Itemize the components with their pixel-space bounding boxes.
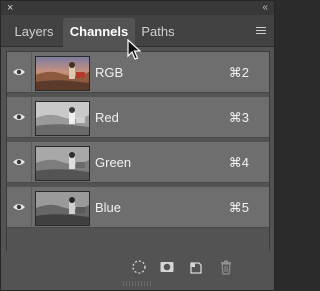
visibility-toggle[interactable] bbox=[7, 97, 32, 138]
channel-thumbnail bbox=[35, 101, 90, 136]
channel-name: Green bbox=[95, 155, 132, 170]
collapse-icon[interactable]: ‹‹ bbox=[262, 1, 268, 15]
visibility-toggle[interactable] bbox=[7, 142, 32, 183]
delete-channel-icon[interactable] bbox=[218, 259, 234, 275]
channel-row-blue[interactable]: Blue ⌘5 bbox=[7, 187, 269, 228]
channel-shortcut: ⌘5 bbox=[228, 200, 249, 215]
visibility-toggle[interactable] bbox=[7, 52, 32, 93]
channel-shortcut: ⌘4 bbox=[228, 155, 249, 170]
visibility-toggle[interactable] bbox=[7, 187, 32, 228]
load-selection-icon[interactable] bbox=[131, 259, 147, 275]
channel-thumbnail bbox=[35, 191, 90, 226]
close-icon[interactable]: × bbox=[7, 1, 13, 15]
channel-shortcut: ⌘3 bbox=[228, 110, 249, 125]
save-selection-icon[interactable] bbox=[159, 259, 175, 275]
panel-menu-icon[interactable] bbox=[256, 27, 266, 35]
panel-bottom-toolbar bbox=[1, 251, 274, 290]
channel-name: RGB bbox=[95, 65, 124, 80]
eye-icon bbox=[13, 159, 25, 165]
tab-layers[interactable]: Layers bbox=[7, 18, 61, 46]
channel-row-green[interactable]: Green ⌘4 bbox=[7, 142, 269, 183]
channel-name: Red bbox=[95, 110, 119, 125]
eye-icon bbox=[13, 69, 25, 75]
channel-list: RGB ⌘2 Red ⌘3 Green ⌘4 Blue ⌘5 bbox=[6, 51, 270, 253]
resize-grip[interactable] bbox=[123, 281, 151, 286]
tab-channels[interactable]: Channels bbox=[63, 18, 135, 47]
channels-panel: × ‹‹ Layers Channels Paths RGB ⌘2 Red ⌘3… bbox=[0, 0, 275, 291]
channel-shortcut: ⌘2 bbox=[228, 65, 249, 80]
panel-titlebar: × ‹‹ bbox=[1, 1, 274, 15]
eye-icon bbox=[13, 204, 25, 210]
channel-row-red[interactable]: Red ⌘3 bbox=[7, 97, 269, 138]
channel-thumbnail bbox=[35, 146, 90, 181]
mouse-pointer-icon bbox=[127, 39, 141, 60]
new-channel-icon[interactable] bbox=[188, 259, 204, 275]
channel-name: Blue bbox=[95, 200, 122, 215]
channel-thumbnail bbox=[35, 56, 90, 91]
tab-paths[interactable]: Paths bbox=[135, 18, 181, 46]
eye-icon bbox=[13, 114, 25, 120]
